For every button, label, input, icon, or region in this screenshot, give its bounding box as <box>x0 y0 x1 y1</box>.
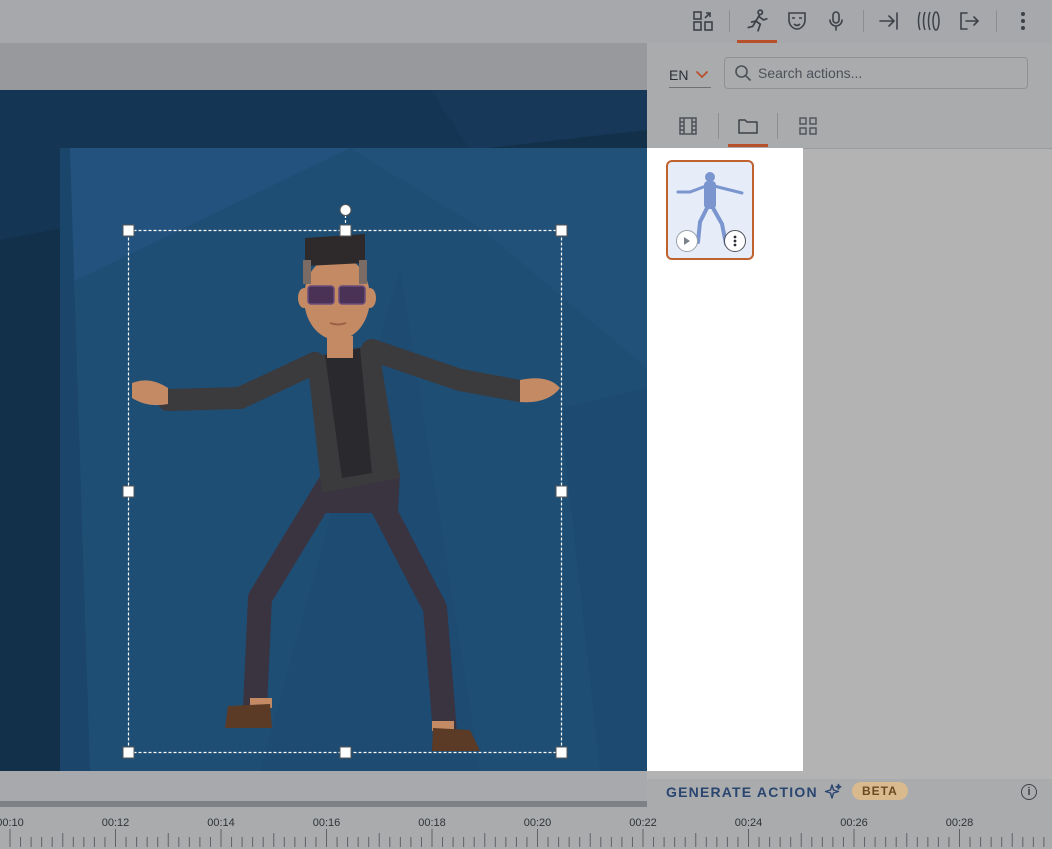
timeline-label: 00:14 <box>207 817 235 829</box>
info-icon[interactable]: i <box>1021 784 1037 800</box>
timeline-label: 00:28 <box>945 817 974 829</box>
scene-canvas[interactable] <box>60 148 647 771</box>
actions-panel-header: EN <box>647 43 1052 149</box>
language-selector[interactable]: EN <box>669 63 711 88</box>
more-vertical-icon <box>733 235 737 247</box>
chevron-down-icon <box>696 71 709 79</box>
swap-panels-icon[interactable] <box>688 6 718 36</box>
play-icon <box>684 237 690 245</box>
enter-arrow-icon[interactable] <box>874 6 904 36</box>
timeline-label: 00:18 <box>418 817 446 829</box>
play-preview-button[interactable] <box>676 230 698 252</box>
motion-lines-icon[interactable] <box>914 6 944 36</box>
search-box <box>724 57 1028 89</box>
canvas-header <box>0 43 647 90</box>
sparkle-icon <box>824 783 842 799</box>
actions-panel: EN Search actions... GENERATE ACTION BET… <box>647 43 1052 807</box>
beta-badge: BETA <box>852 782 908 800</box>
timeline-label: 00:22 <box>629 817 657 829</box>
running-figure-icon[interactable] <box>742 6 772 36</box>
microphone-icon[interactable] <box>821 6 851 36</box>
timeline-label: 00:24 <box>734 817 763 829</box>
timeline-label: 00:26 <box>840 817 868 829</box>
grid-tab[interactable] <box>788 109 828 143</box>
generate-action-label: GENERATE ACTION <box>666 784 818 800</box>
active-tab-indicator <box>728 144 768 147</box>
generate-action-button[interactable]: GENERATE ACTION <box>666 783 842 801</box>
action-list <box>647 148 803 771</box>
timeline-label: 00:12 <box>101 817 130 829</box>
search-input[interactable] <box>752 64 1027 82</box>
timeline-ruler[interactable]: 00:10 00:12 00:14 00:16 00:18 00:20 00:22 00:24… <box>0 807 1052 849</box>
mask-icon[interactable] <box>782 6 812 36</box>
film-icon <box>679 117 697 135</box>
more-vertical-icon[interactable] <box>1008 6 1038 36</box>
exit-arrow-icon[interactable] <box>954 6 984 36</box>
timeline-label: 00:16 <box>312 817 341 829</box>
grid-icon <box>799 117 817 135</box>
actions-panel-footer: GENERATE ACTION BETA i <box>647 779 1052 807</box>
language-label: EN <box>669 67 689 83</box>
action-options-button[interactable] <box>724 230 746 252</box>
film-tab[interactable] <box>668 109 708 143</box>
timeline-label: 00:20 <box>523 817 552 829</box>
folder-icon <box>738 119 758 134</box>
top-toolbar <box>0 0 1052 44</box>
search-icon <box>735 65 752 82</box>
timeline-label: 00:10 <box>0 817 24 829</box>
character[interactable] <box>60 148 647 771</box>
action-thumbnail[interactable] <box>666 160 754 260</box>
folder-tab[interactable] <box>728 109 768 143</box>
